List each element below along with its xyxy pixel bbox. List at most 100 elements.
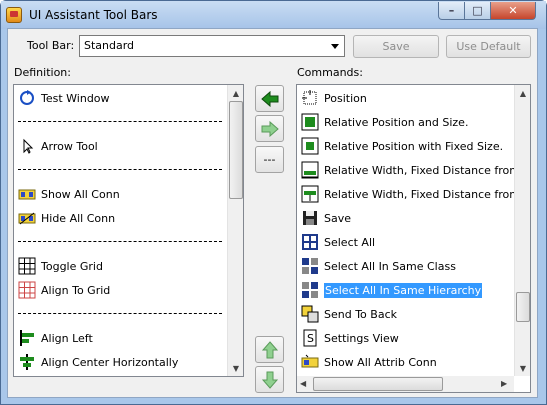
hide-conn-icon <box>18 209 36 227</box>
scroll-up-icon[interactable]: ▲ <box>228 85 243 101</box>
add-button[interactable] <box>255 85 284 112</box>
list-item-selected[interactable]: Select All In Same Hierarchy <box>301 279 483 301</box>
list-item-label: Align Left <box>41 331 93 345</box>
commands-label: Commands: <box>297 66 363 79</box>
list-item[interactable]: Test Window <box>18 87 110 109</box>
separator <box>18 121 222 122</box>
arrow-up-icon <box>261 340 278 358</box>
select-class-icon <box>301 257 319 275</box>
close-icon: ✕ <box>508 4 518 17</box>
move-down-button[interactable] <box>255 366 284 393</box>
show-attrib-conn-icon <box>301 353 319 371</box>
save-button[interactable]: Save <box>353 35 439 58</box>
list-item[interactable]: S Settings View <box>301 327 399 349</box>
rel-pos-size-icon <box>301 113 319 131</box>
settings-view-icon: S <box>301 329 319 347</box>
rel-width-icon <box>301 161 319 179</box>
arrow-pointer-icon <box>18 137 36 155</box>
list-item[interactable]: Relative Position and Size. <box>301 111 468 133</box>
grid-icon <box>18 257 36 275</box>
list-item[interactable]: Hide All Conn <box>18 207 115 229</box>
list-item[interactable]: Show All Attrib Conn <box>301 351 437 373</box>
list-item[interactable]: Align Left <box>18 327 93 349</box>
window-title: UI Assistant Tool Bars <box>29 8 158 22</box>
select-all-icon <box>301 233 319 251</box>
title-bar[interactable]: UI Assistant Tool Bars – □ ✕ <box>1 1 546 29</box>
minimize-icon: – <box>448 4 455 17</box>
commands-list[interactable]: Position Relative Position and Size. Rel… <box>296 84 531 393</box>
scroll-left-icon[interactable]: ◀ <box>300 379 306 388</box>
list-item-label: Save <box>324 211 352 225</box>
list-item-label: Settings View <box>324 331 399 345</box>
definition-scrollbar[interactable]: ▲ ▼ <box>227 85 243 376</box>
align-grid-icon <box>18 281 36 299</box>
scroll-down-icon[interactable]: ▼ <box>515 360 530 376</box>
app-icon <box>6 7 22 23</box>
toolbar-selected-value: Standard <box>84 39 135 52</box>
toolbar-select[interactable]: Standard <box>79 35 345 57</box>
save-icon <box>301 209 319 227</box>
definition-list[interactable]: Test Window Arrow Tool Show All Conn Hid… <box>13 84 244 377</box>
list-item-label: Show All Attrib Conn <box>324 355 437 369</box>
scroll-thumb[interactable] <box>229 101 243 199</box>
list-item-label: Position <box>324 91 367 105</box>
svg-text:S: S <box>307 332 314 345</box>
list-item-label: Send To Back <box>324 307 397 321</box>
remove-button[interactable] <box>255 115 284 142</box>
list-item-label: Relative Position with Fixed Size. <box>324 139 504 153</box>
arrow-left-icon <box>260 90 278 107</box>
rel-width-icon <box>301 185 319 203</box>
maximize-icon: □ <box>472 4 483 17</box>
list-item-label: Select All <box>324 235 376 249</box>
scroll-up-icon[interactable]: ▲ <box>515 85 530 101</box>
separator <box>18 241 222 242</box>
list-item[interactable]: Save <box>301 207 351 229</box>
use-default-button[interactable]: Use Default <box>446 35 531 58</box>
list-item[interactable]: Align To Grid <box>18 279 110 301</box>
scroll-thumb[interactable] <box>313 377 443 391</box>
list-item-label: Relative Width, Fixed Distance from <box>324 187 521 201</box>
scroll-thumb[interactable] <box>516 292 530 322</box>
list-item-label: Test Window <box>41 91 110 105</box>
list-item[interactable]: Show All Conn <box>18 183 120 205</box>
list-item-label: Toggle Grid <box>41 259 103 273</box>
list-item-label: Relative Position and Size. <box>324 115 469 129</box>
refresh-icon <box>18 89 36 107</box>
list-item[interactable]: Select All <box>301 231 375 253</box>
add-separator-button[interactable]: --- <box>255 146 284 173</box>
list-item[interactable]: Relative Width, Fixed Distance from <box>301 183 520 205</box>
commands-horizontal-scrollbar[interactable]: ◀ ▶ <box>297 376 514 392</box>
list-item-label: Select All In Same Class <box>324 259 456 273</box>
list-item[interactable]: Toggle Grid <box>18 255 103 277</box>
list-item-label: Hide All Conn <box>41 211 116 225</box>
list-item-label: Align To Grid <box>41 283 111 297</box>
list-item[interactable]: Select All In Same Class <box>301 255 456 277</box>
move-up-button[interactable] <box>255 336 284 363</box>
toolbar-label: Tool Bar: <box>27 39 75 52</box>
list-item-label: Align Center Horizontally <box>41 355 179 369</box>
separator <box>18 169 222 170</box>
list-item-label: Relative Width, Fixed Distance from <box>324 163 521 177</box>
position-icon <box>301 89 319 107</box>
list-item[interactable]: Position <box>301 87 367 109</box>
show-conn-icon <box>18 185 36 203</box>
arrow-down-icon <box>261 371 278 389</box>
commands-vertical-scrollbar[interactable]: ▲ ▼ <box>514 85 530 376</box>
list-item-label: Show All Conn <box>41 187 120 201</box>
maximize-button[interactable]: □ <box>464 2 491 20</box>
align-center-icon <box>18 353 36 371</box>
separator-button-label: --- <box>263 153 276 166</box>
minimize-button[interactable]: – <box>438 2 465 20</box>
align-left-icon <box>18 329 36 347</box>
list-item[interactable]: Arrow Tool <box>18 135 98 157</box>
select-hierarchy-icon <box>301 281 319 299</box>
scroll-down-icon[interactable]: ▼ <box>228 360 243 376</box>
close-button[interactable]: ✕ <box>490 2 536 20</box>
list-item[interactable]: Send To Back <box>301 303 397 325</box>
send-back-icon <box>301 305 319 323</box>
chevron-down-icon[interactable] <box>331 44 339 49</box>
list-item[interactable]: Relative Width, Fixed Distance from <box>301 159 520 181</box>
scroll-right-icon[interactable]: ▶ <box>501 379 507 388</box>
list-item[interactable]: Align Center Horizontally <box>18 351 178 373</box>
list-item[interactable]: Relative Position with Fixed Size. <box>301 135 503 157</box>
